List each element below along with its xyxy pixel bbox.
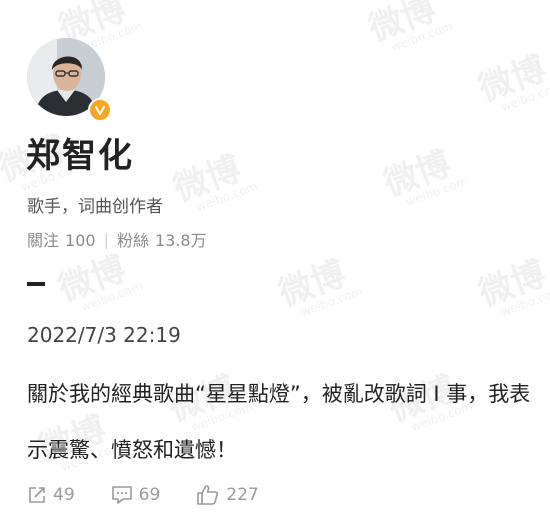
watermark: 微博 weibo.com — [168, 148, 260, 215]
stats-divider: | — [103, 229, 109, 249]
verified-badge-icon — [88, 98, 112, 122]
like-count: 227 — [226, 485, 259, 505]
comment-icon — [111, 486, 132, 504]
post-text[interactable]: 關於我的經典歌曲“星星點燈”，被亂改歌詞 I 事，我表示震驚、憤怒和遺憾！ — [27, 366, 532, 478]
following-stat[interactable]: 關注 100 — [27, 227, 96, 251]
watermark: 微博 weibo.com — [473, 48, 550, 115]
repost-icon — [29, 487, 45, 503]
repost-count: 49 — [53, 485, 75, 505]
followers-count: 13.8万 — [154, 231, 207, 250]
comment-button[interactable]: 69 — [111, 485, 161, 505]
post-actions: 49 69 227 — [27, 484, 295, 506]
followers-label: 粉絲 — [116, 231, 149, 250]
watermark: 微博 weibo.com — [53, 248, 145, 315]
profile-bio: 歌手，词曲创作者 — [27, 197, 163, 217]
comment-count: 69 — [138, 485, 161, 505]
following-label: 關注 — [27, 231, 60, 250]
watermark: 微博 weibo.com — [378, 143, 470, 210]
profile-name: 郑智化 — [26, 136, 134, 176]
repost-button[interactable]: 49 — [27, 485, 75, 505]
watermark: 微博 weibo.com — [473, 253, 550, 320]
profile-stats: 關注 100 | 粉絲 13.8万 — [27, 227, 207, 251]
followers-stat[interactable]: 粉絲 13.8万 — [117, 227, 207, 251]
watermark: 微博 weibo.com — [273, 253, 365, 320]
watermark: 微博 weibo.com — [363, 0, 455, 55]
like-button[interactable]: 227 — [196, 484, 259, 506]
following-count: 100 — [65, 231, 96, 250]
section-divider — [27, 282, 45, 286]
post-date: 2022/7/3 22:19 — [27, 323, 181, 347]
thumbs-up-icon — [197, 485, 219, 505]
